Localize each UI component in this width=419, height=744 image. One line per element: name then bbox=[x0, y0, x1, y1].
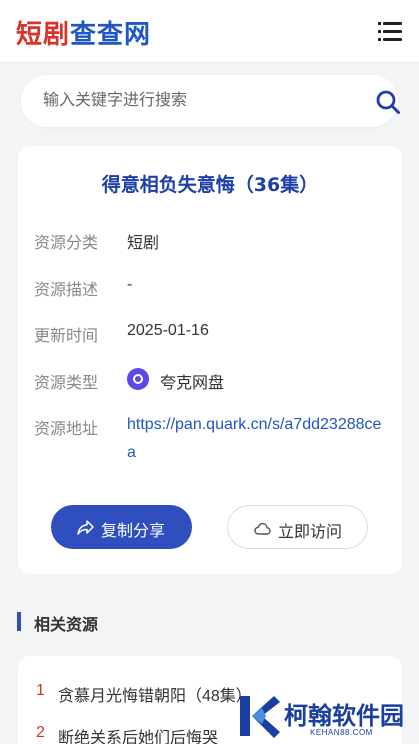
header: 短剧查查网 bbox=[0, 0, 419, 63]
field-value: 短剧 bbox=[127, 235, 160, 252]
logo-part-1: 短剧 bbox=[16, 20, 71, 50]
logo-part-2: 查查网 bbox=[70, 20, 152, 50]
visit-now-label: 立即访问 bbox=[278, 522, 343, 541]
search-bar bbox=[21, 75, 401, 127]
resource-card: 得意相负失意悔（36集） 资源分类 短剧 资源描述 - 更新时间 2025-01… bbox=[18, 146, 402, 574]
section-accent-bar bbox=[17, 612, 21, 631]
menu-icon[interactable] bbox=[378, 20, 402, 42]
field-label: 资源类型 bbox=[34, 375, 99, 392]
search-input[interactable] bbox=[43, 88, 343, 114]
resource-title: 得意相负失意悔（36集） bbox=[101, 174, 319, 196]
share-icon bbox=[77, 520, 94, 535]
watermark-name: 柯翰软件园 bbox=[284, 702, 404, 730]
visit-now-button[interactable]: 立即访问 bbox=[227, 505, 368, 549]
field-label: 资源地址 bbox=[34, 421, 99, 438]
item-number: 2 bbox=[36, 724, 45, 741]
copy-share-button[interactable]: 复制分享 bbox=[51, 505, 192, 549]
field-label: 资源分类 bbox=[34, 235, 99, 252]
site-logo[interactable]: 短剧查查网 bbox=[16, 14, 151, 51]
field-value: - bbox=[127, 276, 133, 293]
watermark: 柯翰软件园 KEHAN88.COM bbox=[238, 692, 408, 744]
item-number: 1 bbox=[36, 682, 45, 699]
related-title: 相关资源 bbox=[34, 615, 99, 634]
quark-icon bbox=[127, 368, 149, 390]
copy-share-label: 复制分享 bbox=[101, 521, 166, 540]
watermark-logo-icon bbox=[240, 696, 280, 738]
field-label: 更新时间 bbox=[34, 328, 99, 345]
cloud-icon bbox=[254, 522, 271, 535]
item-title: 断绝关系后她们后悔哭 bbox=[58, 730, 219, 744]
item-title: 贪慕月光悔错朝阳（48集） bbox=[58, 688, 252, 705]
field-value: 2025-01-16 bbox=[127, 322, 209, 339]
resource-link[interactable]: https://pan.quark.cn/s/a7dd23288cea bbox=[127, 411, 387, 467]
field-value: 夸克网盘 bbox=[160, 375, 225, 392]
field-label: 资源描述 bbox=[34, 282, 99, 299]
search-icon[interactable] bbox=[375, 89, 401, 115]
watermark-url: KEHAN88.COM bbox=[310, 728, 373, 737]
